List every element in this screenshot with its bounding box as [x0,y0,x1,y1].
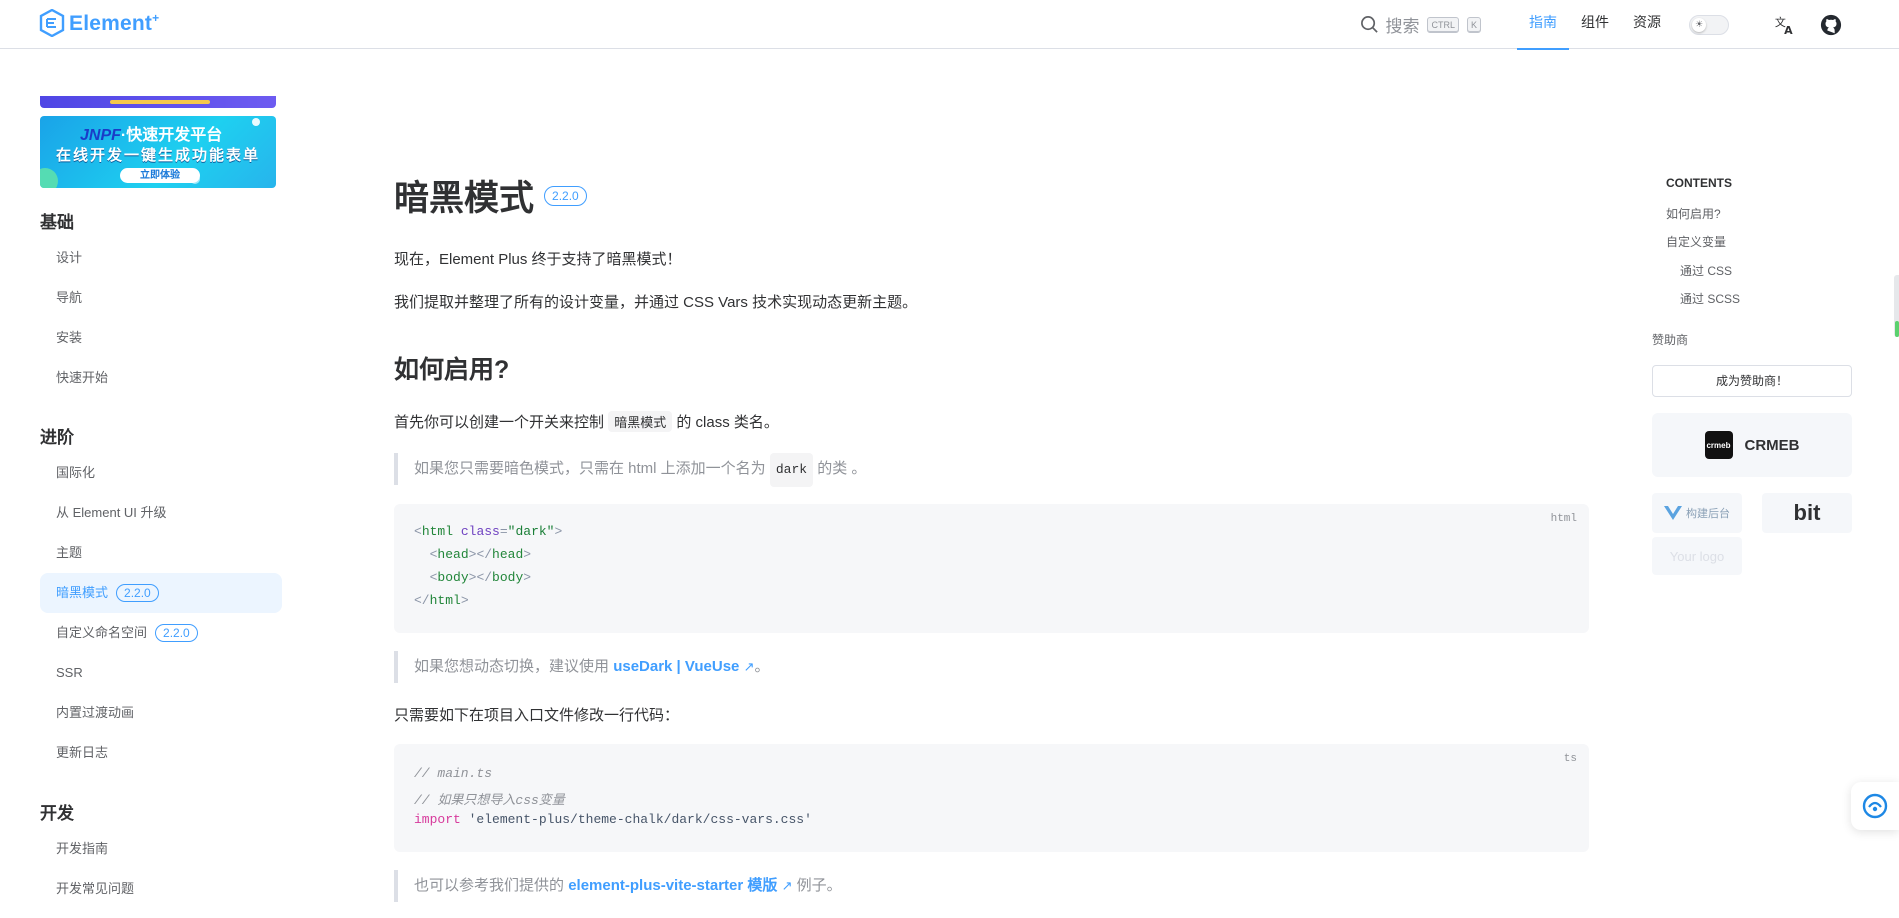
svg-text:A: A [1784,24,1793,36]
nav-components[interactable]: 组件 [1569,0,1621,49]
element-logo-icon [39,9,65,37]
version-badge: 2.2.0 [116,584,159,602]
sponsor-your-logo[interactable]: Your logo [1652,537,1742,575]
sidebar-item-transitions[interactable]: 内置过渡动画 [40,693,282,733]
tip-block-dark-class: 如果您只需要暗色模式，只需在 html 上添加一个名为 dark 的类 。 [394,453,1589,487]
sidebar-item-dev-faq[interactable]: 开发常见问题 [40,869,282,909]
sidebar-item-installation[interactable]: 安装 [40,318,282,358]
nav-resources[interactable]: 资源 [1621,0,1673,49]
sponsors-heading: 赞助商 [1652,333,1689,347]
sidebar-item-theming[interactable]: 主题 [40,533,282,573]
sidebar-item-dev-guide[interactable]: 开发指南 [40,829,282,869]
inline-code: 暗黑模式 [608,411,673,432]
toc-item-how-to-enable[interactable]: 如何启用? [1666,205,1721,222]
oneline-paragraph: 只需要如下在项目入口文件修改一行代码： [394,707,680,724]
ad-slogan: 在线开发一键生成功能表单 [55,147,260,164]
intro-paragraph-2: 我们提取并整理了所有的设计变量，并通过 CSS Vars 技术实现动态更新主题。 [394,294,918,311]
toc-item-via-css[interactable]: 通过 CSS [1680,262,1732,279]
sidebar-item-i18n[interactable]: 国际化 [40,453,282,493]
ad-cta-button[interactable]: 立即体验 [120,168,200,183]
translate-icon[interactable]: 文A [1773,13,1797,37]
version-badge: 2.2.0 [155,624,198,642]
enable-paragraph: 首先你可以创建一个开关来控制 暗黑模式 的 class 类名。 [394,411,779,432]
code-line: </html> [414,593,469,608]
search-icon [1361,16,1379,33]
toc-item-via-scss[interactable]: 通过 SCSS [1680,290,1740,307]
vue-logo-icon [1664,506,1682,520]
code-lang-label: ts [1563,753,1577,765]
logo-text: Element+ [69,10,160,35]
sidebar: JNPF·快速开发平台 在线开发一键生成功能表单 立即体验 基础 设计 导航 安… [0,50,290,918]
code-line: // 如果只想导入css变量 [414,793,565,808]
help-chat-icon [1862,793,1888,819]
scroll-indicator [1894,275,1899,337]
theme-toggle[interactable]: ☀ [1689,14,1729,35]
top-navbar: Element+ 搜索 CTRL K 指南 组件 资源 ☀ 文A [0,0,1899,50]
sidebar-item-quickstart[interactable]: 快速开始 [40,358,282,398]
sidebar-section-advanced: 进阶 [40,428,74,447]
code-line: <head></head> [429,547,532,562]
kbd-k: K [1466,16,1481,33]
sidebar-item-navigation[interactable]: 导航 [40,278,282,318]
sidebar-item-ssr[interactable]: SSR [40,653,282,693]
sidebar-item-changelog[interactable]: 更新日志 [40,733,282,773]
toc-title: CONTENTS [1666,176,1732,190]
toc-item-custom-vars[interactable]: 自定义变量 [1666,233,1726,250]
code-line: <body></body> [429,570,532,585]
ad-title: JNPF·快速开发平台 [80,127,223,144]
sidebar-section-development: 开发 [40,804,74,823]
kbd-ctrl: CTRL [1427,16,1459,33]
vite-starter-link[interactable]: element-plus-vite-starter 模版 [568,877,777,894]
sidebar-item-upgrade[interactable]: 从 Element UI 升级 [40,493,282,533]
sponsor-bit[interactable]: bit [1762,493,1852,533]
nav-guide[interactable]: 指南 [1517,0,1569,50]
code-line: import 'element-plus/theme-chalk/dark/cs… [414,812,812,827]
sidebar-section-basics: 基础 [40,213,74,232]
code-line: <html class="dark"> [414,524,563,539]
jnpf-ad-banner[interactable]: JNPF·快速开发平台 在线开发一键生成功能表单 立即体验 [40,116,276,188]
sponsor-ad-strip[interactable] [40,96,276,108]
crmeb-logo: crmeb [1704,431,1733,459]
github-icon[interactable] [1819,13,1843,37]
title-version-badge: 2.2.0 [544,185,587,206]
tip-block-starter: 也可以参考我们提供的 element-plus-vite-starter 模版 … [394,870,1589,902]
inline-code: dark [769,453,814,487]
sun-icon: ☀ [1692,17,1706,32]
sponsor-crmeb[interactable]: crmeb CRMEB [1652,413,1852,477]
code-block-html[interactable]: html <html class="dark"> <head></head> <… [394,504,1589,633]
tip-block-usedark: 如果您想动态切换，建议使用 useDark | VueUse ↗。 [394,651,1589,683]
section-heading-how-to-enable: 如何启用? [394,356,510,384]
code-line: // main.ts [414,766,493,781]
floating-help-button[interactable] [1851,782,1899,830]
code-lang-label: html [1550,513,1577,525]
sponsor-build-admin[interactable]: 构建后台 [1652,493,1742,533]
page-title: 暗黑模式 2.2.0 [394,170,587,221]
code-block-ts[interactable]: ts // main.ts // 如果只想导入css变量 import 'ele… [394,744,1589,852]
external-link-icon: ↗ [743,659,755,674]
sidebar-item-namespace[interactable]: 自定义命名空间 2.2.0 [40,613,282,653]
sidebar-item-dark-mode[interactable]: 暗黑模式 2.2.0 [40,573,282,613]
sidebar-item-design[interactable]: 设计 [40,238,282,278]
usedark-link[interactable]: useDark | VueUse [613,658,739,675]
search-label: 搜索 [1385,17,1420,36]
element-plus-logo[interactable]: Element+ [39,9,159,37]
external-link-icon: ↗ [781,878,793,893]
intro-paragraph-1: 现在，Element Plus 终于支持了暗黑模式！ [394,251,682,268]
become-sponsor-button[interactable]: 成为赞助商！ [1652,365,1852,397]
search-button[interactable]: 搜索 CTRL K [1360,12,1481,37]
